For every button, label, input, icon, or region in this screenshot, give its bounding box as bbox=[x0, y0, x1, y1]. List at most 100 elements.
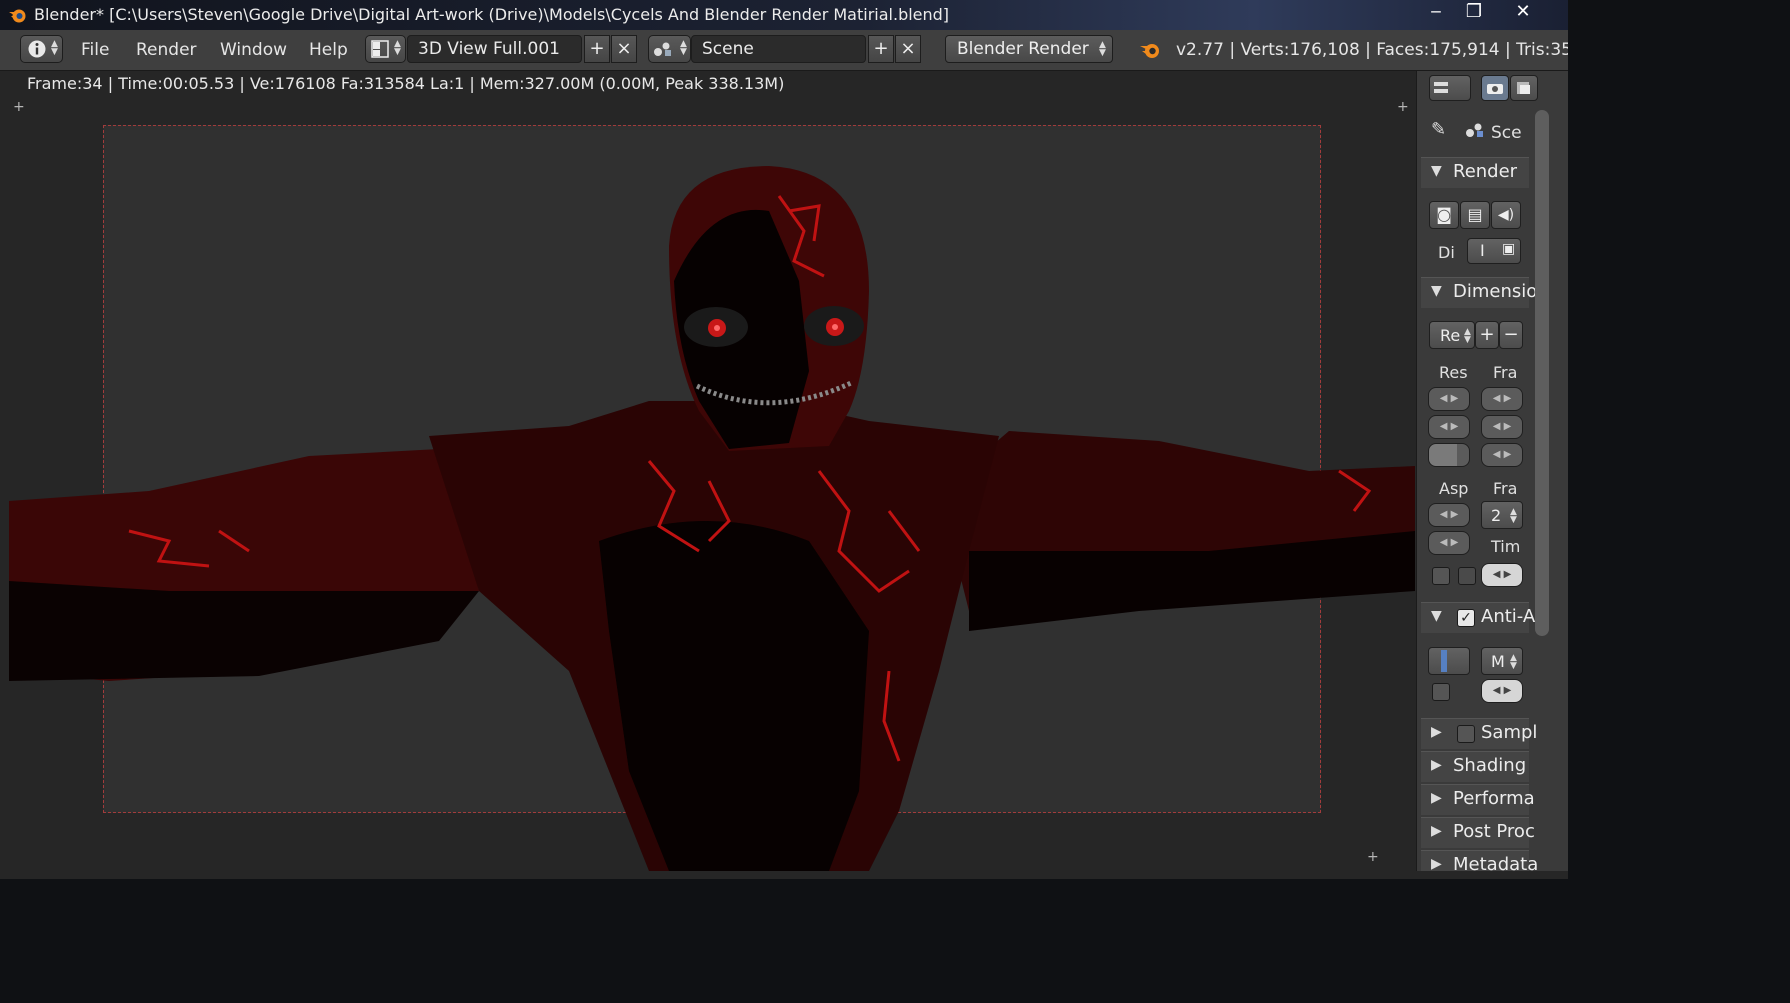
section-shading-header[interactable]: ▶ Shading bbox=[1421, 751, 1529, 782]
menu-help[interactable]: Help bbox=[309, 40, 348, 60]
properties-editor-type[interactable] bbox=[1429, 75, 1471, 101]
display-label: Di bbox=[1438, 243, 1455, 262]
render-info-overlay: Frame:34 | Time:00:05.53 | Ve:176108 Fa:… bbox=[27, 74, 785, 93]
updown-arrows-icon: ▲ ▼ bbox=[51, 39, 58, 57]
scene-browse[interactable]: ▲ ▼ bbox=[648, 35, 691, 63]
speaker-icon: ◀) bbox=[1497, 207, 1515, 223]
remove-scene-button[interactable]: × bbox=[895, 35, 921, 63]
properties-scrollbar[interactable] bbox=[1535, 110, 1549, 636]
section-post-processing-header[interactable]: ▶ Post Proc bbox=[1421, 817, 1535, 848]
render-image-button[interactable]: ◙ bbox=[1429, 201, 1459, 229]
render-engine-value: Blender Render bbox=[957, 39, 1089, 59]
frame-rate-value: 2 bbox=[1491, 506, 1502, 525]
scene-name-field[interactable]: Scene bbox=[691, 35, 866, 63]
anti-aliasing-checkbox[interactable]: ✓ bbox=[1457, 609, 1475, 627]
aa-sample-active bbox=[1441, 650, 1447, 672]
collapsed-arrow-icon: ▶ bbox=[1431, 724, 1442, 740]
render-animation-button[interactable]: ▤ bbox=[1460, 201, 1490, 229]
updown-arrows-icon: ▲ ▼ bbox=[1464, 327, 1471, 345]
blender-logo-icon bbox=[9, 9, 26, 23]
section-anti-aliasing-header[interactable]: ▼ ✓ Anti-Al bbox=[1421, 602, 1540, 633]
render-presets-select[interactable]: Re ▲ ▼ bbox=[1429, 321, 1475, 349]
scene-statistics: v2.77 | Verts:176,108 | Faces:175,914 | … bbox=[1176, 40, 1568, 60]
add-scene-button[interactable]: + bbox=[868, 35, 894, 63]
display-select[interactable]: I ▣ bbox=[1467, 238, 1521, 264]
collapsed-arrow-icon: ▶ bbox=[1431, 856, 1442, 871]
section-metadata-header[interactable]: ▶ Metadata bbox=[1421, 850, 1538, 871]
expanded-arrow-icon: ▼ bbox=[1431, 283, 1442, 299]
screen-layout-name-field[interactable]: 3D View Full.001 bbox=[407, 35, 582, 63]
frame-rate-select[interactable]: 2 ▲ ▼ bbox=[1481, 501, 1523, 529]
updown-arrows-icon: ▲ ▼ bbox=[680, 39, 687, 57]
aa-filter-select[interactable]: M ▲ ▼ bbox=[1481, 647, 1523, 675]
aspect-label: Asp bbox=[1439, 479, 1469, 498]
info-header: ▲ ▼ File Render Window Help ▲ ▼ 3D View Fu… bbox=[0, 30, 1568, 71]
frame-step-field[interactable]: ◀ ▶ bbox=[1481, 443, 1523, 467]
resolution-y-field[interactable]: ◀ ▶ bbox=[1428, 415, 1470, 439]
resolution-label: Res bbox=[1439, 363, 1468, 382]
render-engine-select[interactable]: Blender Render ▲ ▼ bbox=[945, 35, 1113, 63]
render-layers-icon bbox=[1517, 82, 1530, 94]
aspect-y-field[interactable]: ◀ ▶ bbox=[1428, 531, 1470, 555]
frame-start-field[interactable]: ◀ ▶ bbox=[1481, 387, 1523, 411]
sampling-checkbox[interactable] bbox=[1457, 725, 1475, 743]
character-render bbox=[9, 166, 1415, 871]
frame-end-field[interactable]: ◀ ▶ bbox=[1481, 415, 1523, 439]
scene-icon bbox=[654, 42, 671, 56]
section-post-processing-label: Post Proc bbox=[1453, 821, 1535, 842]
collapsed-arrow-icon: ▶ bbox=[1431, 790, 1442, 806]
maximize-button[interactable]: ❐ bbox=[1456, 0, 1492, 26]
corner-plus-icon[interactable]: + bbox=[13, 99, 25, 115]
render-audio-button[interactable]: ◀) bbox=[1491, 201, 1521, 229]
full-sample-checkbox[interactable] bbox=[1432, 683, 1450, 701]
time-remap-field[interactable]: ◀ ▶ bbox=[1481, 563, 1523, 587]
menu-window[interactable]: Window bbox=[220, 40, 287, 60]
remove-screen-button[interactable]: × bbox=[611, 35, 637, 63]
close-button[interactable]: ✕ bbox=[1505, 0, 1541, 26]
section-sampling-label: Sampl bbox=[1481, 722, 1538, 743]
menu-file[interactable]: File bbox=[81, 40, 109, 60]
blender-window: Blender* [C:\Users\Steven\Google Drive\D… bbox=[0, 0, 1568, 879]
time-remapping-label: Tim bbox=[1491, 537, 1521, 556]
section-dimensions-header[interactable]: ▼ Dimensio bbox=[1421, 277, 1537, 308]
section-dimensions-label: Dimensio bbox=[1453, 281, 1538, 302]
pin-icon[interactable]: ✎ bbox=[1431, 119, 1446, 140]
clapperboard-icon: ▤ bbox=[1467, 205, 1483, 224]
aa-samples-selector[interactable] bbox=[1428, 647, 1470, 675]
context-label: Sce bbox=[1491, 123, 1522, 143]
section-shading-label: Shading bbox=[1453, 755, 1527, 776]
section-metadata-label: Metadata bbox=[1453, 854, 1539, 871]
add-screen-button[interactable]: + bbox=[584, 35, 610, 63]
screen-layout-browse[interactable]: ▲ ▼ bbox=[365, 35, 406, 63]
expanded-arrow-icon: ▼ bbox=[1431, 163, 1442, 179]
camera-icon: ◙ bbox=[1436, 205, 1452, 224]
crop-checkbox[interactable] bbox=[1458, 567, 1476, 585]
resolution-percent-field[interactable] bbox=[1428, 443, 1470, 467]
minimize-button[interactable]: ‒ bbox=[1418, 0, 1454, 26]
screen-layout-icon bbox=[371, 40, 389, 58]
section-render-header[interactable]: ▼ Render bbox=[1421, 157, 1529, 188]
camera-icon bbox=[1487, 84, 1503, 94]
corner-plus-icon[interactable]: + bbox=[1367, 849, 1379, 865]
editor-type-selector[interactable]: ▲ ▼ bbox=[20, 35, 63, 63]
section-anti-aliasing-label: Anti-Al bbox=[1481, 606, 1541, 627]
tab-render[interactable] bbox=[1481, 75, 1509, 101]
aspect-x-field[interactable]: ◀ ▶ bbox=[1428, 503, 1470, 527]
desktop-background-bottom bbox=[0, 879, 1568, 1003]
render-preset-value: Re bbox=[1440, 326, 1461, 345]
remove-preset-button[interactable]: − bbox=[1499, 321, 1523, 349]
filter-size-field[interactable]: ◀ ▶ bbox=[1481, 679, 1523, 703]
aa-filter-value: M bbox=[1491, 652, 1505, 671]
section-performance-label: Performa bbox=[1453, 788, 1535, 809]
corner-plus-icon[interactable]: + bbox=[1397, 99, 1409, 115]
border-checkbox[interactable] bbox=[1432, 567, 1450, 585]
tab-render-layers[interactable] bbox=[1510, 75, 1538, 101]
section-sampling-header[interactable]: ▶ Sampl bbox=[1421, 718, 1537, 749]
menu-render[interactable]: Render bbox=[136, 40, 197, 60]
3d-viewport[interactable]: Frame:34 | Time:00:05.53 | Ve:176108 Fa:… bbox=[9, 71, 1415, 871]
section-performance-header[interactable]: ▶ Performa bbox=[1421, 784, 1535, 815]
scene-icon bbox=[1466, 123, 1483, 137]
add-preset-button[interactable]: + bbox=[1475, 321, 1499, 349]
section-render-label: Render bbox=[1453, 161, 1518, 182]
resolution-x-field[interactable]: ◀ ▶ bbox=[1428, 387, 1470, 411]
